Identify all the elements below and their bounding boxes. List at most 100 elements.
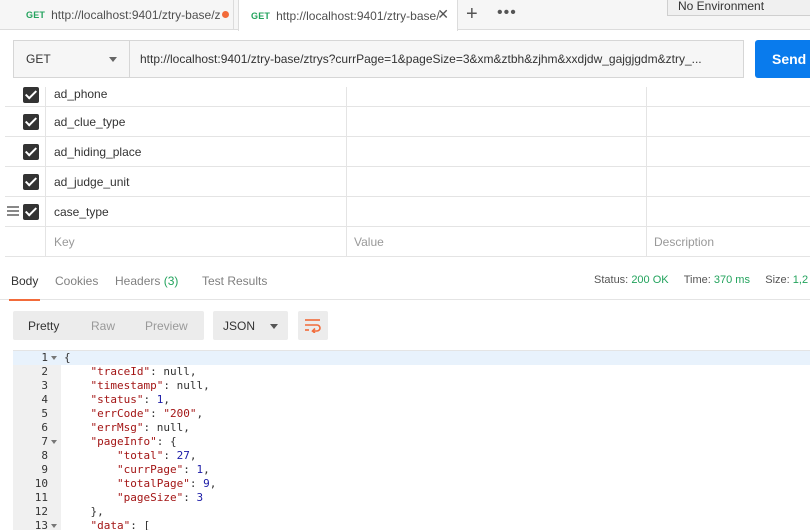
tab-method-label: GET [26, 10, 46, 20]
chevron-down-icon [270, 324, 278, 329]
code-text: "currPage": 1, [116, 463, 210, 476]
param-description[interactable] [646, 167, 810, 196]
tab-headers[interactable]: Headers (3) [115, 274, 178, 288]
param-key[interactable]: ad_hiding_place [45, 137, 346, 166]
response-status: Status: 200 OK Time: 370 ms Size: 1,2 [594, 274, 808, 286]
preview-button[interactable]: Preview [145, 319, 188, 333]
pretty-button[interactable]: Pretty [28, 319, 59, 333]
param-value[interactable] [346, 107, 647, 136]
more-tabs-icon[interactable]: ••• [497, 4, 517, 22]
format-select[interactable]: JSON [213, 311, 288, 340]
send-button[interactable]: Send [755, 40, 810, 78]
format-value: JSON [223, 319, 256, 333]
code-line: 8 "total": 27, [13, 449, 810, 463]
checkbox-checked-icon[interactable] [23, 87, 39, 103]
code-text: "total": 27, [116, 449, 197, 462]
drag-handle-icon[interactable] [7, 206, 19, 216]
tab-title: http://localhost:9401/ztry-base/ [276, 8, 440, 23]
params-table: ad_phone ad_clue_type ad_hiding_place ad… [5, 87, 810, 257]
line-number: 8 [41, 449, 48, 462]
headers-label: Headers [115, 274, 161, 288]
new-tab-button[interactable]: + [466, 3, 478, 26]
param-key[interactable]: ad_clue_type [45, 107, 346, 136]
line-number: 9 [41, 463, 48, 476]
tab-cookies[interactable]: Cookies [55, 274, 98, 288]
code-line: 6 "errMsg": null, [13, 421, 810, 435]
param-value[interactable] [346, 167, 647, 196]
code-text: { [64, 351, 71, 364]
code-line: 2 "traceId": null, [13, 365, 810, 379]
line-number: 12 [34, 505, 48, 518]
status-value: 200 OK [631, 274, 669, 286]
size-label: Size: [765, 274, 790, 286]
checkbox-checked-icon[interactable] [23, 144, 39, 160]
environment-select[interactable]: No Environment [667, 0, 810, 16]
param-new-row: Key Value Description [5, 227, 810, 257]
code-line: 4 "status": 1, [13, 393, 810, 407]
time-value: 370 ms [713, 274, 750, 286]
code-text: "errCode": "200", [90, 407, 204, 420]
url-input[interactable] [130, 40, 744, 78]
code-text: "pageSize": 3 [116, 491, 204, 504]
param-row: case_type [5, 197, 810, 227]
param-key[interactable]: ad_judge_unit [45, 167, 346, 196]
line-number: 2 [41, 365, 48, 378]
param-row: ad_judge_unit [5, 167, 810, 197]
request-tab-1[interactable]: GET http://localhost:9401/ztry-base/z [14, 0, 234, 30]
param-row: ad_clue_type [5, 107, 810, 137]
wrap-lines-button[interactable] [298, 311, 328, 340]
tab-method-label: GET [251, 10, 271, 21]
http-method-value: GET [26, 52, 51, 66]
code-line: 3 "timestamp": null, [13, 379, 810, 393]
line-number: 7 [41, 435, 48, 448]
code-text: "totalPage": 9, [116, 477, 217, 490]
code-line: 10 "totalPage": 9, [13, 477, 810, 491]
line-number: 4 [41, 393, 48, 406]
checkbox-checked-icon[interactable] [23, 114, 39, 130]
param-description[interactable] [646, 107, 810, 136]
code-text: "traceId": null, [90, 365, 197, 378]
code-line: 1{ [13, 351, 810, 365]
param-key[interactable]: case_type [45, 197, 346, 226]
wrap-lines-icon [305, 319, 321, 333]
headers-count: (3) [163, 274, 179, 288]
response-body-editor[interactable]: 1{2 "traceId": null, 3 "timestamp": null,… [13, 350, 810, 530]
code-line: 12 }, [13, 505, 810, 519]
value-placeholder[interactable]: Value [346, 227, 647, 256]
param-row: ad_phone [5, 87, 810, 107]
param-value[interactable] [346, 197, 647, 226]
key-placeholder[interactable]: Key [45, 227, 346, 256]
code-text: }, [64, 505, 104, 518]
close-tab-icon[interactable]: ✕ [437, 6, 449, 23]
description-placeholder[interactable]: Description [646, 227, 810, 256]
param-value[interactable] [346, 137, 647, 166]
param-description[interactable] [646, 197, 810, 226]
line-number: 10 [34, 477, 48, 490]
request-tabs-bar: GET http://localhost:9401/ztry-base/z GE… [0, 0, 810, 31]
view-mode-group: Pretty Raw Preview [13, 311, 204, 340]
checkbox-checked-icon[interactable] [23, 204, 39, 220]
status-label: Status: [594, 274, 629, 286]
code-line: 5 "errCode": "200", [13, 407, 810, 421]
param-key[interactable]: ad_phone [45, 87, 346, 106]
fold-toggle-icon[interactable] [51, 524, 57, 528]
param-description[interactable] [646, 87, 810, 106]
tab-title: http://localhost:9401/ztry-base/z [51, 8, 221, 22]
fold-toggle-icon[interactable] [51, 356, 57, 360]
chevron-down-icon [109, 57, 117, 62]
code-text: "timestamp": null, [90, 379, 210, 392]
code-line: 13 "data": [ [13, 519, 810, 530]
code-line: 7 "pageInfo": { [13, 435, 810, 449]
request-tab-2[interactable]: GET http://localhost:9401/ztry-base/ ✕ [238, 0, 458, 31]
param-row: ad_hiding_place [5, 137, 810, 167]
raw-button[interactable]: Raw [91, 319, 115, 333]
fold-toggle-icon[interactable] [51, 440, 57, 444]
param-value[interactable] [346, 87, 647, 106]
tab-body[interactable]: Body [8, 274, 41, 301]
checkbox-checked-icon[interactable] [23, 174, 39, 190]
param-description[interactable] [646, 137, 810, 166]
http-method-select[interactable]: GET [13, 40, 130, 78]
code-text: "errMsg": null, [90, 421, 190, 434]
tab-test-results[interactable]: Test Results [202, 274, 267, 288]
line-number: 1 [41, 351, 48, 364]
